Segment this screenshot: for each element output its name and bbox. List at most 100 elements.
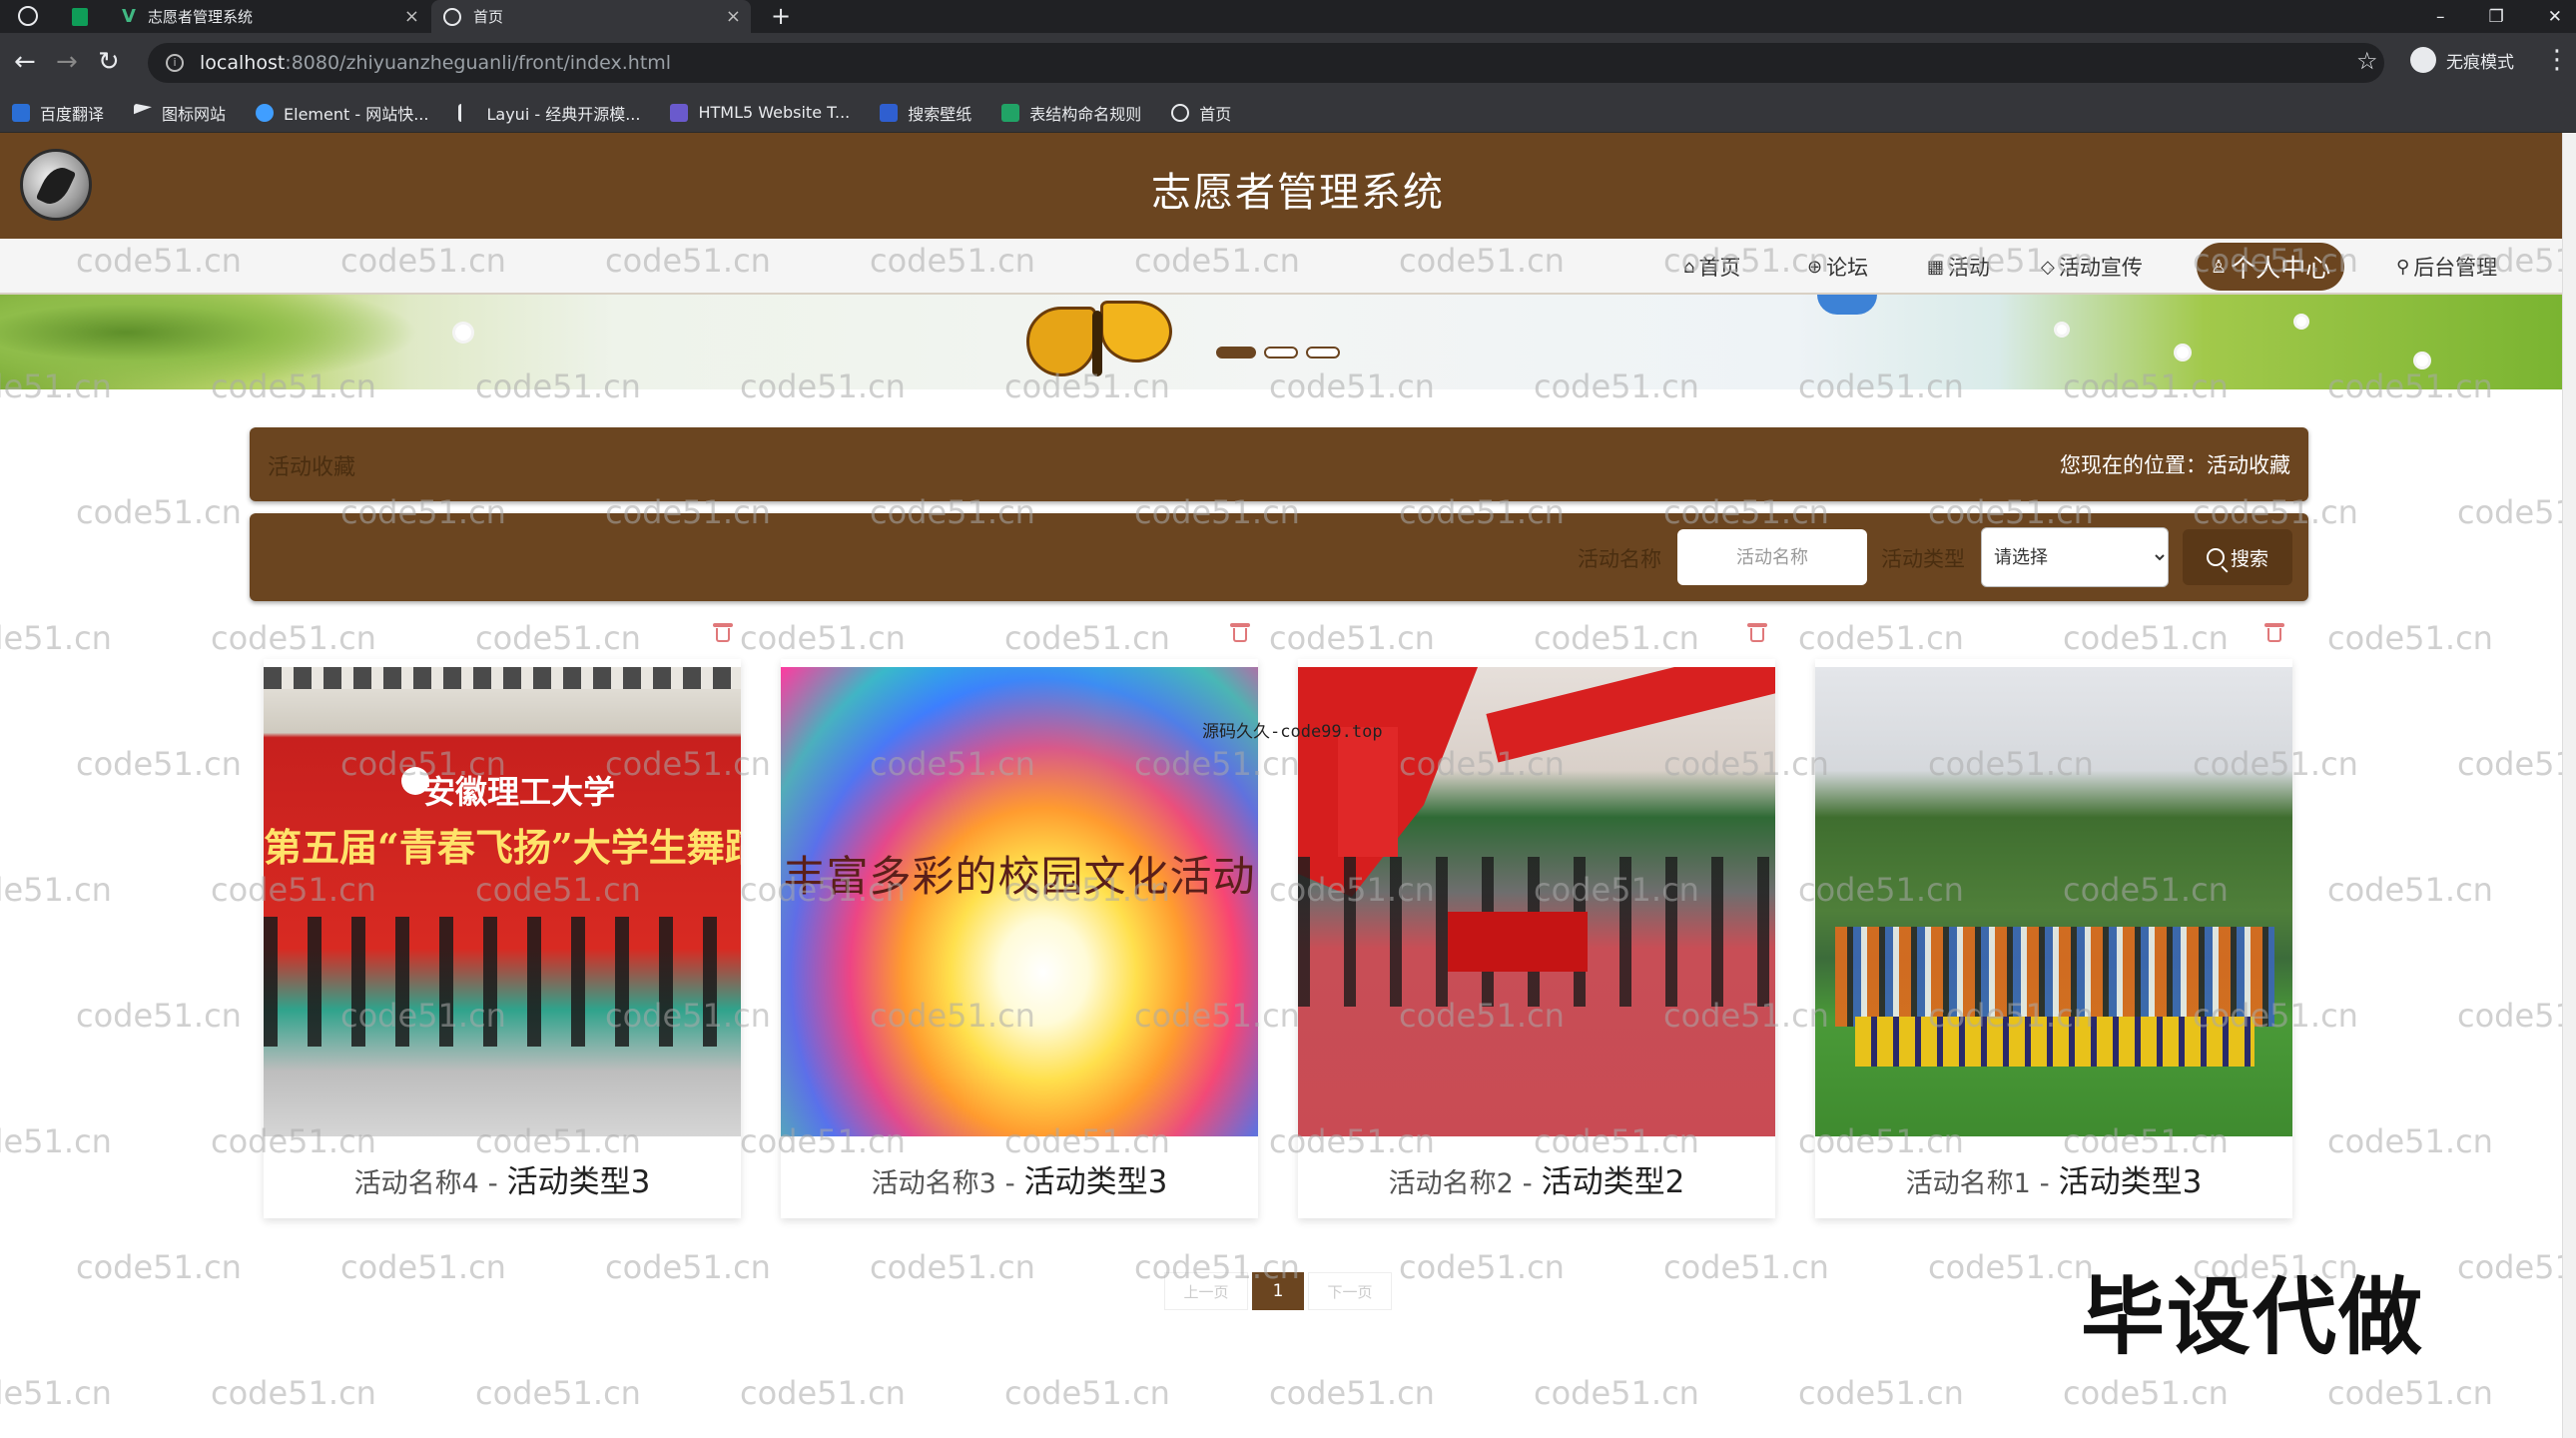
url-input[interactable]: i localhost:8080/zhiyuanzheguanli/front/… bbox=[148, 43, 2384, 83]
browser-tab-2[interactable]: 首页 × bbox=[431, 0, 751, 33]
search-button-label: 搜索 bbox=[2230, 547, 2268, 570]
bookmark-item[interactable]: HTML5 Website T... bbox=[670, 103, 850, 122]
html5-icon bbox=[670, 103, 689, 122]
bookmark-label: 表结构命名规则 bbox=[1029, 104, 1142, 124]
reload-icon[interactable]: ↻ bbox=[98, 47, 120, 77]
breadcrumb: 活动收藏 您现在的位置：活动收藏 bbox=[250, 427, 2308, 501]
watermark-text: code51.cn bbox=[0, 1122, 112, 1160]
table-icon bbox=[1001, 103, 1020, 122]
banner-carousel[interactable] bbox=[0, 295, 2562, 389]
sheet-tab-icon[interactable] bbox=[72, 8, 88, 26]
bookmark-label: 图标网站 bbox=[162, 104, 227, 124]
tab-title: 志愿者管理系统 bbox=[147, 8, 253, 26]
watermark-text: code51.cn bbox=[211, 619, 376, 657]
search-icon bbox=[2206, 548, 2225, 566]
watermark-text: code51.cn bbox=[605, 1248, 771, 1286]
user-icon: ♙ bbox=[2211, 256, 2228, 278]
watermark-text: code51.cn bbox=[76, 997, 242, 1035]
activity-card[interactable]: 活动名称1 - 活动类型3 bbox=[1815, 659, 2292, 1218]
info-icon[interactable]: i bbox=[166, 54, 184, 72]
watermark-text: code51.cn bbox=[76, 493, 242, 531]
delete-icon[interactable] bbox=[713, 621, 733, 643]
bookmark-item[interactable]: 图标网站 bbox=[134, 101, 226, 125]
watermark-text: code51.cn bbox=[1269, 619, 1435, 657]
watermark-text: code51.cn bbox=[1798, 1374, 1964, 1412]
nav-personal-center[interactable]: ♙ 个人中心 bbox=[2197, 243, 2345, 291]
activity-image[interactable]: 安徽理工大学 第五届“青春飞扬”大学生舞蹈大 bbox=[264, 667, 741, 1136]
search-button[interactable]: 搜索 bbox=[2183, 529, 2292, 585]
activity-name: 活动名称1 bbox=[1905, 1168, 2031, 1199]
nav-label: 论坛 bbox=[1826, 256, 1869, 280]
activity-card[interactable]: 活动名称2 - 活动类型2 bbox=[1298, 659, 1775, 1218]
bookmark-item[interactable]: Element - 网站快... bbox=[256, 101, 428, 125]
bookmark-label: 搜索壁纸 bbox=[908, 104, 972, 124]
nav-label: 后台管理 bbox=[2413, 256, 2498, 280]
element-icon bbox=[256, 103, 275, 122]
new-tab-icon[interactable]: + bbox=[771, 2, 791, 30]
activity-name-input[interactable] bbox=[1677, 529, 1867, 585]
nav-home[interactable]: ⌂ 首页 bbox=[1683, 239, 1740, 295]
activity-name: 活动名称4 bbox=[353, 1168, 479, 1199]
bookmark-item[interactable]: 百度翻译 bbox=[12, 101, 104, 125]
bookmark-label: 百度翻译 bbox=[40, 104, 105, 124]
nav-admin[interactable]: ⚲ 后台管理 bbox=[2396, 239, 2497, 295]
next-page-button[interactable]: 下一页 bbox=[1308, 1272, 1392, 1310]
forward-icon[interactable]: → bbox=[56, 47, 78, 77]
watermark-text: code51.cn bbox=[740, 1374, 906, 1412]
nav-activity-promo[interactable]: ◇ 活动宣传 bbox=[2041, 239, 2143, 295]
carousel-dot[interactable] bbox=[1216, 347, 1256, 359]
bookmark-label: Layui - 经典开源模... bbox=[486, 104, 641, 124]
activity-image[interactable]: 丰富多彩的校园文化活动 bbox=[781, 667, 1258, 1136]
activity-type-select[interactable]: 请选择 bbox=[1981, 527, 2169, 587]
activity-name-label: 活动名称 bbox=[1578, 547, 1661, 571]
nav-forum[interactable]: ⊕ 论坛 bbox=[1807, 239, 1868, 295]
activity-image[interactable] bbox=[1815, 667, 2292, 1136]
watermark-text: code51.cn bbox=[1663, 1248, 1829, 1286]
site-header: 志愿者管理系统 bbox=[0, 133, 2562, 239]
close-icon[interactable]: × bbox=[404, 6, 419, 27]
watermark-text: code51.cn bbox=[1399, 1248, 1565, 1286]
activity-type: 活动类型2 bbox=[1541, 1164, 1685, 1200]
watermark-text: code51.cn bbox=[1798, 619, 1964, 657]
close-icon[interactable]: × bbox=[726, 6, 741, 27]
chrome-icon bbox=[18, 6, 38, 26]
bookmark-item[interactable]: 搜索壁纸 bbox=[880, 101, 971, 125]
delete-icon[interactable] bbox=[2264, 621, 2284, 643]
tag-icon: ◇ bbox=[2041, 256, 2055, 278]
page-scrollbar[interactable] bbox=[2562, 133, 2576, 1438]
bookmark-label: 首页 bbox=[1199, 104, 1232, 124]
delete-icon[interactable] bbox=[1230, 621, 1250, 643]
activity-card[interactable]: 丰富多彩的校园文化活动 活动名称3 - 活动类型3 bbox=[781, 659, 1258, 1218]
layui-icon bbox=[458, 103, 476, 122]
prev-page-button[interactable]: 上一页 bbox=[1164, 1272, 1248, 1310]
flower-decoration bbox=[2416, 355, 2428, 366]
back-icon[interactable]: ← bbox=[14, 47, 36, 77]
incognito-icon bbox=[2410, 47, 2436, 73]
card-caption: 活动名称4 - 活动类型3 bbox=[353, 1164, 651, 1200]
window-close-icon[interactable]: ✕ bbox=[2548, 7, 2562, 27]
bookmark-item[interactable]: 首页 bbox=[1171, 101, 1231, 125]
watermark-text: code51.cn bbox=[475, 619, 641, 657]
watermark-text: code51.cn bbox=[1269, 1374, 1435, 1412]
watermark-text: code51.cn bbox=[76, 745, 242, 783]
activity-type-label: 活动类型 bbox=[1881, 547, 1965, 571]
delete-icon[interactable] bbox=[1747, 621, 1767, 643]
breadcrumb-location: 您现在的位置：活动收藏 bbox=[2060, 453, 2290, 477]
bookmark-item[interactable]: 表结构命名规则 bbox=[1001, 101, 1141, 125]
carousel-dot[interactable] bbox=[1306, 347, 1340, 359]
bookmark-item[interactable]: Layui - 经典开源模... bbox=[458, 101, 640, 125]
watermark-text: code51.cn bbox=[740, 619, 906, 657]
activity-card[interactable]: 安徽理工大学 第五届“青春飞扬”大学生舞蹈大 活动名称4 - 活动类型3 bbox=[264, 659, 741, 1218]
page-number-button[interactable]: 1 bbox=[1252, 1272, 1304, 1310]
browser-tab-1[interactable]: V 志愿者管理系统 × bbox=[110, 0, 429, 33]
nav-activity[interactable]: ▦ 活动 bbox=[1927, 239, 1990, 295]
incognito-indicator[interactable]: 无痕模式 bbox=[2410, 47, 2514, 73]
flower-decoration bbox=[455, 325, 471, 341]
minimize-icon[interactable]: – bbox=[2436, 7, 2445, 27]
menu-icon[interactable]: ⋮ bbox=[2544, 45, 2570, 75]
star-icon[interactable]: ☆ bbox=[2356, 47, 2378, 75]
carousel-dot[interactable] bbox=[1264, 347, 1298, 359]
nav-label: 活动 bbox=[1948, 256, 1991, 280]
globe-icon bbox=[1171, 103, 1190, 122]
restore-icon[interactable]: ❐ bbox=[2489, 7, 2504, 27]
